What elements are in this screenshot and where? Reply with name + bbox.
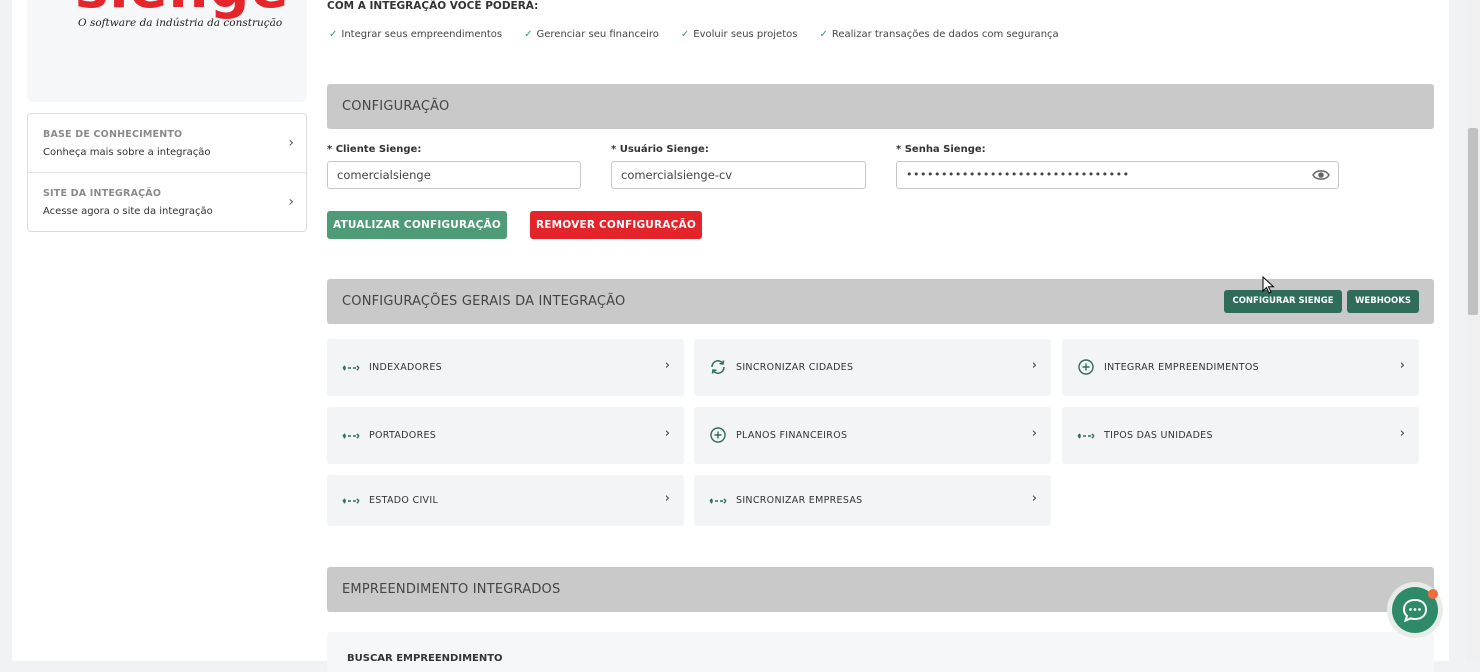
senha-label: * Senha Sienge: [896, 144, 986, 155]
arrows-horizontal-icon [342, 432, 360, 440]
sidebar-item-knowledge-base[interactable]: BASE DE CONHECIMENTO Conheça mais sobre … [28, 114, 306, 173]
chevron-right-icon: › [288, 135, 294, 151]
cliente-input[interactable]: comercialsienge [327, 161, 581, 189]
sidebar-item-subtitle: Acesse agora o site da integração [43, 206, 213, 217]
chevron-right-icon: › [664, 358, 670, 373]
option-label: INDEXADORES [369, 362, 442, 373]
plus-circle-icon [1078, 359, 1094, 375]
section-title: CONFIGURAÇÃO [342, 99, 450, 114]
intro-title: COM A INTEGRAÇÃO VOCÊ PODERÁ: [327, 0, 539, 12]
option-sincronizar-cidades[interactable]: SINCRONIZAR CIDADES › [694, 339, 1051, 396]
check-icon: ✓ [524, 29, 533, 40]
chevron-right-icon: › [288, 194, 294, 210]
option-integrar-empreendimentos[interactable]: INTEGRAR EMPREENDIMENTOS › [1062, 339, 1419, 396]
mouse-cursor-icon [1262, 276, 1275, 294]
arrows-horizontal-icon [342, 497, 360, 505]
senha-input[interactable]: •••••••••••••••••••••••••••••••• [896, 161, 1339, 189]
chevron-right-icon: › [664, 426, 670, 441]
webhooks-button[interactable]: WEBHOOKS [1347, 290, 1419, 313]
chevron-right-icon: › [664, 491, 670, 506]
option-label: ESTADO CIVIL [369, 495, 439, 506]
search-card: BUSCAR EMPREENDIMENTO [327, 632, 1434, 672]
arrows-horizontal-icon [342, 364, 360, 372]
check-icon: ✓ [680, 29, 690, 40]
arrows-horizontal-icon [1077, 432, 1095, 440]
benefit-item: ✓ Realizar transações de dados com segura… [819, 29, 1058, 40]
arrows-horizontal-icon [709, 497, 727, 505]
benefits-list: ✓ Integrar seus empreendimentos ✓ Gerencia… [329, 29, 1059, 40]
option-label: PORTADORES [369, 430, 437, 441]
remove-config-button[interactable]: REMOVER CONFIGURAÇÃO [530, 211, 702, 239]
chevron-right-icon: › [1031, 426, 1037, 441]
option-estado-civil[interactable]: ESTADO CIVIL › [327, 475, 684, 526]
cliente-label: * Cliente Sienge: [327, 144, 422, 155]
check-icon: ✓ [819, 29, 828, 40]
option-label: SINCRONIZAR CIDADES [736, 362, 854, 373]
chevron-right-icon: › [1031, 491, 1037, 506]
sidebar-item-title: SITE DA INTEGRAÇÃO [43, 188, 162, 199]
benefit-item: ✓ Integrar seus empreendimentos [329, 29, 502, 40]
option-label: SINCRONIZAR EMPRESAS [736, 495, 863, 506]
scrollbar-thumb[interactable] [1468, 128, 1478, 315]
option-label: PLANOS FINANCEIROS [736, 430, 848, 441]
benefit-text: Integrar seus empreendimentos [341, 29, 503, 40]
integrated-section-header: EMPREENDIMENTO INTEGRADOS [327, 567, 1434, 612]
option-label: TIPOS DAS UNIDADES [1104, 430, 1213, 441]
usuario-label: * Usuário Sienge: [611, 144, 709, 155]
benefit-item: ✓ Gerenciar seu financeiro [524, 29, 659, 40]
scrollbar[interactable] [1466, 0, 1480, 661]
chevron-right-icon: › [1399, 426, 1405, 441]
sidebar-links: BASE DE CONHECIMENTO Conheça mais sobre … [27, 113, 307, 232]
logo-tagline: O software da indústria da construção [78, 17, 283, 29]
option-indexadores[interactable]: INDEXADORES › [327, 339, 684, 396]
check-icon: ✓ [329, 29, 338, 40]
usuario-input[interactable]: comercialsienge-cv [611, 161, 866, 189]
logo-card: sienge O software da indústria da constr… [27, 0, 307, 102]
update-config-button[interactable]: ATUALIZAR CONFIGURAÇÃO [327, 211, 507, 239]
chevron-right-icon: › [1399, 358, 1405, 373]
sidebar-item-title: BASE DE CONHECIMENTO [43, 129, 183, 140]
benefit-text: Evoluir seus projetos [693, 29, 798, 40]
section-title: CONFIGURAÇÕES GERAIS DA INTEGRAÇÃO [342, 294, 626, 309]
configure-sienge-button[interactable]: CONFIGURAR SIENGE [1224, 290, 1342, 313]
config-section-header: CONFIGURAÇÃO [327, 84, 1434, 129]
option-tipos-das-unidades[interactable]: TIPOS DAS UNIDADES › [1062, 407, 1419, 464]
benefit-text: Realizar transações de dados com seguran… [831, 29, 1059, 40]
sync-icon [711, 360, 725, 374]
benefit-text: Gerenciar seu financeiro [536, 29, 659, 40]
option-label: INTEGRAR EMPREENDIMENTOS [1104, 362, 1259, 373]
benefit-item: ✓ Evoluir seus projetos [681, 29, 798, 40]
sidebar-item-integration-site[interactable]: SITE DA INTEGRAÇÃO Acesse agora o site d… [28, 173, 306, 231]
sidebar-item-subtitle: Conheça mais sobre a integração [43, 147, 211, 158]
section-title: EMPREENDIMENTO INTEGRADOS [342, 582, 561, 597]
password-value: •••••••••••••••••••••••••••••••• [906, 168, 1130, 181]
chevron-right-icon: › [1031, 358, 1037, 373]
option-portadores[interactable]: PORTADORES › [327, 407, 684, 464]
plus-circle-icon [710, 427, 726, 443]
option-sincronizar-empresas[interactable]: SINCRONIZAR EMPRESAS › [694, 475, 1051, 526]
search-label: BUSCAR EMPREENDIMENTO [347, 653, 503, 664]
option-planos-financeiros[interactable]: PLANOS FINANCEIROS › [694, 407, 1051, 464]
eye-icon[interactable] [1312, 168, 1330, 182]
notification-dot [1428, 589, 1438, 599]
